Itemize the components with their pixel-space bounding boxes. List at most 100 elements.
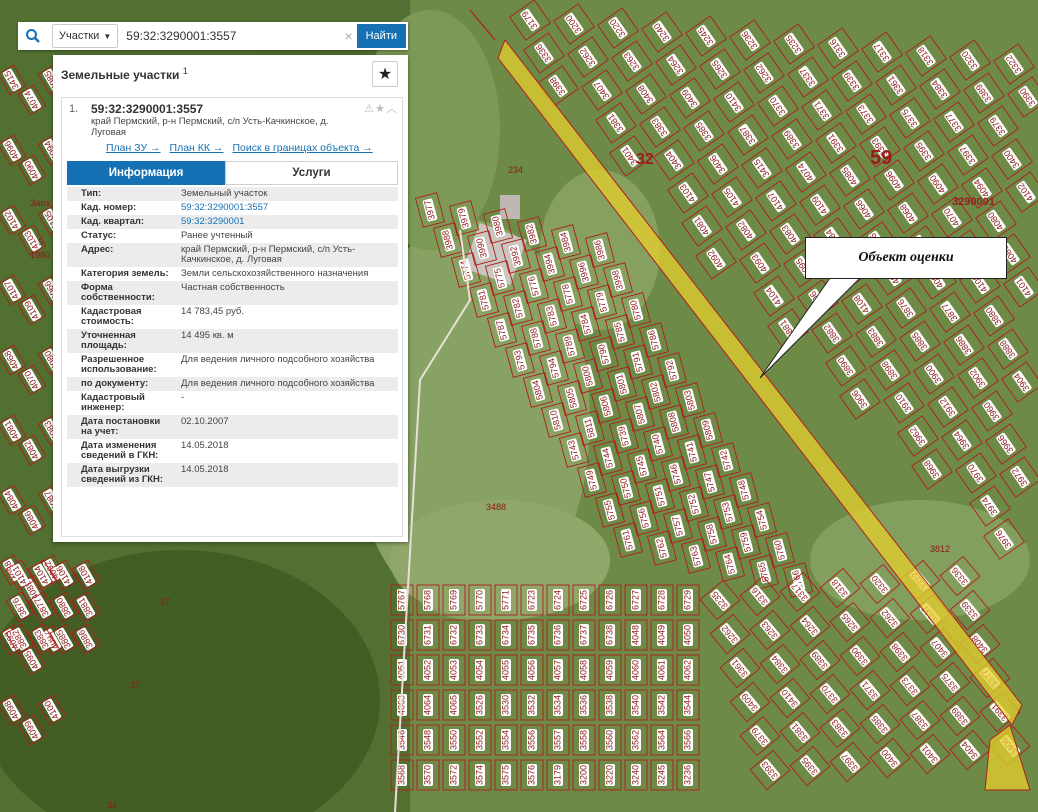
close-icon[interactable]: × bbox=[341, 28, 357, 44]
search-type-select[interactable]: Участки ▼ bbox=[52, 24, 119, 48]
parcel-number: 4050 bbox=[683, 625, 693, 645]
parcel-number: 4048 bbox=[631, 625, 641, 645]
parcel-number: 6729 bbox=[683, 590, 693, 610]
info-row: Разрешенное использование: Для ведения ли… bbox=[67, 353, 398, 377]
parcel-number: 3179 bbox=[553, 765, 563, 785]
info-label: Уточненная площадь: bbox=[81, 330, 136, 351]
parcel-number: 3536 bbox=[579, 695, 589, 715]
parcel-number: 3554 bbox=[501, 730, 511, 750]
parcel-number: 5770 bbox=[475, 590, 485, 610]
info-row: Форма собственности: Частная собственност… bbox=[67, 281, 398, 305]
parcel-number: 6726 bbox=[605, 590, 615, 610]
info-row: Кадастровая стоимость: 14 783,45 руб. bbox=[67, 305, 398, 329]
parcel-number: 3540 bbox=[631, 695, 641, 715]
results-panel: Земельные участки 1 ★ 1. 59:32:3290001:3… bbox=[53, 55, 408, 542]
info-value: Для ведения личного подсобного хозяйства bbox=[181, 354, 375, 365]
parcel-number: 3557 bbox=[553, 730, 563, 750]
card-links: План ЗУ → План КК → Поиск в границах объ… bbox=[106, 142, 373, 154]
parcel-number: 3562 bbox=[631, 730, 641, 750]
parcel-number: 3236 bbox=[683, 765, 693, 785]
parcel-number: 6724 bbox=[553, 590, 563, 610]
parcel-number: 6727 bbox=[631, 590, 641, 610]
parcel-number: 3240 bbox=[631, 765, 641, 785]
parcel-234-label: 234 bbox=[508, 165, 523, 175]
parcel-number: 4049 bbox=[657, 625, 667, 645]
info-row: Кад. номер: 59:32:3290001:3557 bbox=[67, 201, 398, 215]
info-row: Статус: Ранее учтенный bbox=[67, 229, 398, 243]
tab-services[interactable]: Услуги bbox=[225, 161, 398, 185]
info-value: Для ведения личного подсобного хозяйства bbox=[181, 378, 375, 389]
parcel-number: 3576 bbox=[527, 765, 537, 785]
search-bounds-link[interactable]: Поиск в границах объекта → bbox=[232, 142, 372, 154]
star-icon[interactable]: ★ bbox=[372, 61, 398, 87]
info-row: Категория земель: Земли сельскохозяйствен… bbox=[67, 267, 398, 281]
tab-info[interactable]: Информация bbox=[67, 161, 225, 185]
info-value: 14 783,45 руб. bbox=[181, 306, 245, 317]
parcel-3812-label: 3812 bbox=[930, 544, 950, 554]
info-value: 02.10.2007 bbox=[181, 416, 229, 427]
parcel-number: 3575 bbox=[501, 765, 511, 785]
info-label: Разрешенное использование: bbox=[81, 354, 157, 375]
info-label: по документу: bbox=[81, 378, 149, 389]
search-icon[interactable] bbox=[18, 22, 48, 50]
parcel-number: 5769 bbox=[449, 590, 459, 610]
parcel-number: 5767 bbox=[397, 590, 407, 610]
parcel-number: 6734 bbox=[501, 625, 511, 645]
item-index: 1. bbox=[69, 103, 79, 115]
info-row: по документу: Для ведения личного подсобн… bbox=[67, 377, 398, 391]
parcel-number: 6738 bbox=[605, 625, 615, 645]
parcel-number: 3572 bbox=[449, 765, 459, 785]
parcel-number: 3220 bbox=[605, 765, 615, 785]
info-label: Кадастровый инженер: bbox=[81, 392, 145, 413]
parcel-number: 3560 bbox=[605, 730, 615, 750]
info-row: Уточненная площадь: 14 495 кв. м bbox=[67, 329, 398, 353]
parcel-number: 3526 bbox=[475, 695, 485, 715]
parcel-number: 4061 bbox=[657, 660, 667, 680]
plan-zu-link[interactable]: План ЗУ → bbox=[106, 142, 161, 154]
info-value: Земельный участок bbox=[181, 188, 268, 199]
panel-title: Земельные участки 1 bbox=[61, 66, 188, 82]
info-value: - bbox=[181, 392, 185, 403]
search-bar: Участки ▼ × Найти bbox=[18, 22, 408, 50]
parcel-number: 6736 bbox=[553, 625, 563, 645]
parcel-number: 3538 bbox=[605, 695, 615, 715]
parcel-number: 3544 bbox=[683, 695, 693, 715]
card-actions: ⚠★︿ bbox=[364, 100, 398, 116]
info-label: Дата постановки на учет: bbox=[81, 416, 161, 437]
search-type-label: Участки bbox=[59, 30, 100, 42]
place-label: Заоз bbox=[30, 198, 49, 208]
parcel-34-label: 34 bbox=[107, 800, 117, 810]
plan-kk-link[interactable]: План КК → bbox=[170, 142, 224, 154]
parcel-number: 4055 bbox=[501, 660, 511, 680]
star-icon[interactable]: ★ bbox=[375, 103, 386, 115]
cadastral-number-title[interactable]: 59:32:3290001:3557 bbox=[91, 102, 203, 116]
find-button[interactable]: Найти bbox=[356, 24, 406, 48]
search-input[interactable] bbox=[118, 25, 341, 47]
parcel-number: 3550 bbox=[449, 730, 459, 750]
info-value: 14.05.2018 bbox=[181, 440, 229, 451]
chevron-down-icon: ▼ bbox=[103, 31, 112, 41]
info-label: Дата изменения сведений в ГКН: bbox=[81, 440, 159, 461]
info-label: Адрес: bbox=[81, 244, 114, 255]
info-value[interactable]: 59:32:3290001:3557 bbox=[177, 201, 398, 215]
parcel-number: 4064 bbox=[423, 695, 433, 715]
parcel-number: 3556 bbox=[527, 730, 537, 750]
parcel-37-label-2: 37 bbox=[130, 680, 140, 690]
info-row: Дата изменения сведений в ГКН: 14.05.2018 bbox=[67, 439, 398, 463]
parcel-number: 4052 bbox=[423, 660, 433, 680]
parcel-number: 3570 bbox=[423, 765, 433, 785]
parcel-number: 3542 bbox=[657, 695, 667, 715]
info-value: 14 495 кв. м bbox=[181, 330, 234, 341]
parcel-number: 4065 bbox=[449, 695, 459, 715]
info-value: Земли сельскохозяйственного назначения bbox=[181, 268, 369, 279]
info-row: Дата постановки на учет: 02.10.2007 bbox=[67, 415, 398, 439]
warning-icon[interactable]: ⚠ bbox=[364, 103, 375, 115]
card-tabs: Информация Услуги bbox=[67, 161, 398, 185]
info-value[interactable]: 59:32:3290001 bbox=[177, 215, 398, 229]
chevron-up-icon[interactable]: ︿ bbox=[386, 103, 398, 115]
info-label: Форма собственности: bbox=[81, 282, 155, 303]
parcel-address: край Пермский, р-н Пермский, с/п Усть-Ка… bbox=[91, 116, 329, 138]
info-value: 14.05.2018 bbox=[181, 464, 229, 475]
info-row: Кад. квартал: 59:32:3290001 bbox=[67, 215, 398, 229]
parcel-number: 4054 bbox=[475, 660, 485, 680]
